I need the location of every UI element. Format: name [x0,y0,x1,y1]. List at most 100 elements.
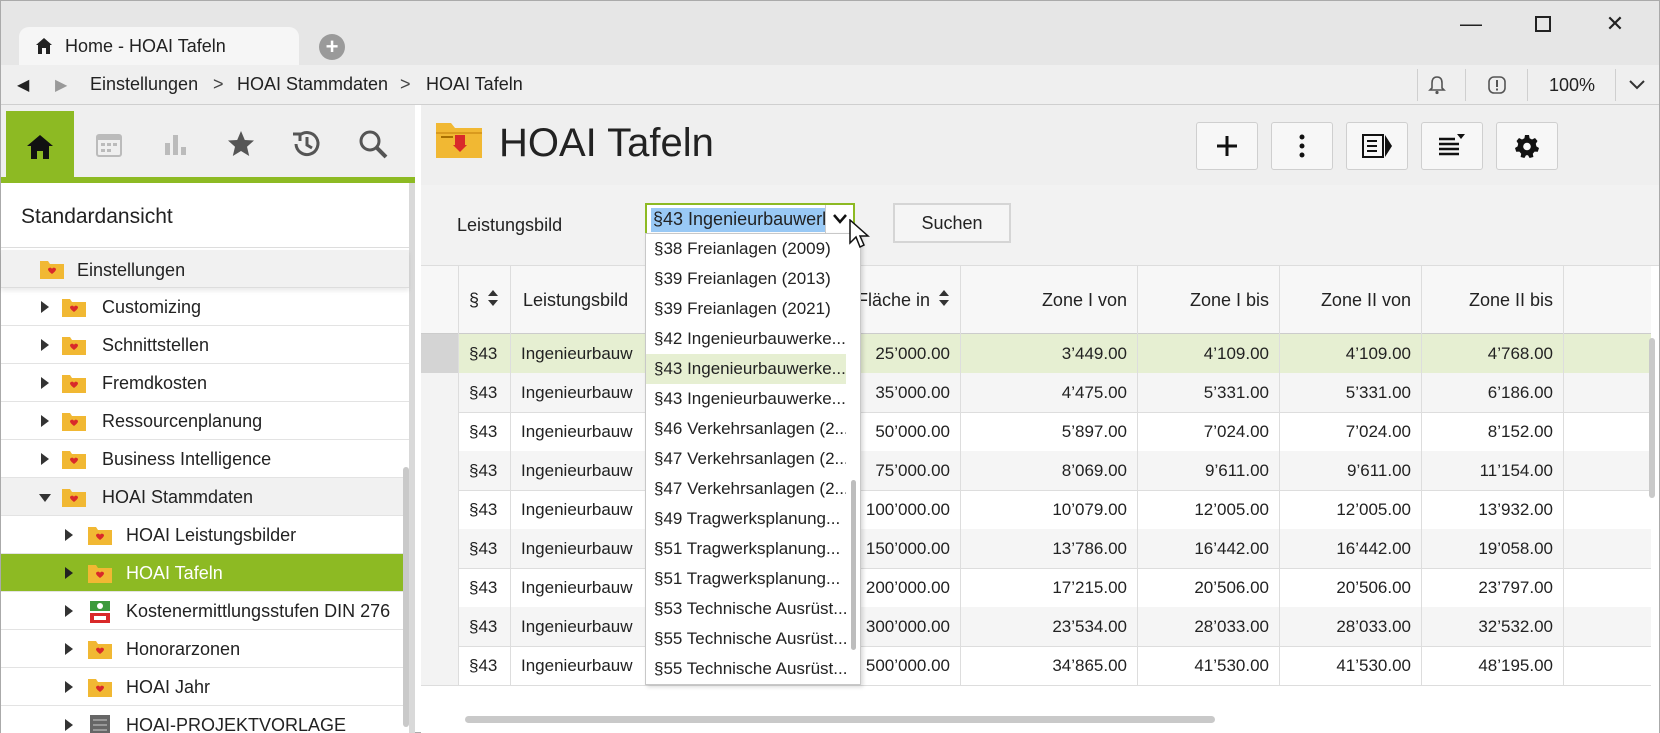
table-row[interactable]: §43 Ingenieurbauw 100’000.00 10’079.00 12’00… [421,490,1651,530]
tree-item-honorarzonen[interactable]: Honorarzonen [1,630,409,668]
table-cell[interactable]: 9’611.00 [1280,451,1422,490]
chevron-right-icon[interactable] [65,605,73,617]
row-header[interactable] [421,490,459,529]
table-cell[interactable]: 12’005.00 [1138,490,1280,529]
table-cell[interactable]: 28’033.00 [1138,607,1280,646]
chevron-right-icon[interactable] [65,529,73,541]
chevron-right-icon[interactable] [41,301,49,313]
table-row[interactable]: §43 Ingenieurbauw 500’000.00 34’865.00 41’53… [421,646,1651,686]
table-cell[interactable]: 41’530.00 [1280,646,1422,685]
grid-vertical-scrollbar[interactable] [1649,338,1655,498]
more-button[interactable] [1271,122,1333,170]
detail-panel-button[interactable] [1346,122,1408,170]
table-cell[interactable]: 7’024.00 [1280,412,1422,451]
sidebar-tab-charts[interactable] [141,111,209,177]
table-row[interactable]: §43 Ingenieurbauw 50’000.00 5’897.00 7’024.0… [421,412,1651,452]
search-button[interactable]: Suchen [893,203,1011,243]
table-row[interactable]: §43 Ingenieurbauw 75’000.00 8’069.00 9’611.0… [421,451,1651,491]
table-cell[interactable]: §43 [459,451,511,490]
dropdown-option[interactable]: §39 Freianlagen (2013) [646,264,846,294]
table-cell[interactable]: 41’530.00 [1138,646,1280,685]
table-cell[interactable]: 4’475.00 [961,373,1138,412]
maximize-button[interactable] [1513,9,1573,39]
column-header-zone-ii-von[interactable]: Zone II von [1280,266,1422,334]
dropdown-option[interactable]: §47 Verkehrsanlagen (2... [646,444,846,474]
table-cell[interactable]: 13’932.00 [1422,490,1564,529]
table-cell[interactable]: 5’331.00 [1138,373,1280,412]
table-cell[interactable]: §43 [459,373,511,412]
breadcrumb-hoai-stammdaten[interactable]: HOAI Stammdaten [237,74,388,95]
sidebar-tab-favorites[interactable] [207,111,275,177]
table-cell[interactable]: §43 [459,412,511,451]
table-cell[interactable]: 28’033.00 [1280,607,1422,646]
sort-icon[interactable] [487,289,499,312]
table-cell[interactable]: 5’897.00 [961,412,1138,451]
tree-item-business-intelligence[interactable]: Business Intelligence [1,440,409,478]
chevron-right-icon[interactable] [65,567,73,579]
breadcrumb-einstellungen[interactable]: Einstellungen [90,74,198,95]
table-cell[interactable]: 12’005.00 [1280,490,1422,529]
tree-item-schnittstellen[interactable]: Schnittstellen [1,326,409,364]
sidebar-section-header[interactable]: Einstellungen [1,250,409,288]
dropdown-option[interactable]: §43 Ingenieurbauwerke... [646,354,846,384]
row-header[interactable] [421,568,459,607]
dropdown-scrollbar[interactable] [851,480,856,650]
table-cell[interactable]: 19’058.00 [1422,529,1564,568]
sidebar-tab-search[interactable] [339,111,407,177]
table-cell[interactable]: 6’186.00 [1422,373,1564,412]
table-cell[interactable]: §43 [459,529,511,568]
tree-item-kostenermittlungsstufen[interactable]: Kostenermittlungsstufen DIN 276 [1,592,409,630]
sort-icon[interactable] [938,289,950,312]
back-arrow-icon[interactable]: ◀ [17,75,29,95]
column-header-zone-i-von[interactable]: Zone I von [961,266,1138,334]
table-cell[interactable]: 32’532.00 [1422,607,1564,646]
row-header[interactable] [421,529,459,568]
table-cell[interactable]: 48’195.00 [1422,646,1564,685]
table-cell[interactable]: §43 [459,490,511,529]
chevron-right-icon[interactable] [41,339,49,351]
table-row[interactable]: §43 Ingenieurbauw 35’000.00 4’475.00 5’331.0… [421,373,1651,413]
dropdown-option[interactable]: §55 Technische Ausrüst... [646,654,846,684]
breadcrumb-hoai-tafeln[interactable]: HOAI Tafeln [426,74,523,95]
dropdown-option[interactable]: §51 Tragwerksplanung... [646,564,846,594]
table-cell[interactable]: 17’215.00 [961,568,1138,607]
new-tab-button[interactable]: + [319,34,345,60]
dropdown-option[interactable]: §42 Ingenieurbauwerke... [646,324,846,354]
table-cell[interactable]: 13’786.00 [961,529,1138,568]
table-cell[interactable]: 4’768.00 [1422,334,1564,373]
sidebar-tab-history[interactable] [273,111,341,177]
table-cell[interactable]: 8’069.00 [961,451,1138,490]
table-cell[interactable]: 3’449.00 [961,334,1138,373]
dropdown-option[interactable]: §47 Verkehrsanlagen (2... [646,474,846,504]
chevron-down-icon[interactable] [1625,73,1649,97]
grid-horizontal-scrollbar[interactable] [465,716,1215,723]
chevron-right-icon[interactable] [65,719,73,731]
table-cell[interactable]: 16’442.00 [1138,529,1280,568]
tree-item-hoai-jahr[interactable]: HOAI Jahr [1,668,409,706]
row-header[interactable] [421,607,459,646]
column-header-zone-ii-bis[interactable]: Zone II bis [1422,266,1564,334]
add-button[interactable] [1196,122,1258,170]
table-cell[interactable]: 4’109.00 [1138,334,1280,373]
tree-item-hoai-projektvorlage[interactable]: HOAI-PROJEKTVORLAGE [1,706,409,733]
tree-item-ressourcenplanung[interactable]: Ressourcenplanung [1,402,409,440]
table-cell[interactable]: 16’442.00 [1280,529,1422,568]
chevron-right-icon[interactable] [65,681,73,693]
dropdown-option[interactable]: §46 Verkehrsanlagen (2... [646,414,846,444]
tree-item-customizing[interactable]: Customizing [1,288,409,326]
table-row[interactable]: §43 Ingenieurbauw 200’000.00 17’215.00 20’50… [421,568,1651,608]
dropdown-option[interactable]: §39 Freianlagen (2021) [646,294,846,324]
table-cell[interactable]: 20’506.00 [1138,568,1280,607]
table-cell[interactable]: 10’079.00 [961,490,1138,529]
dropdown-option[interactable]: §53 Technische Ausrüst... [646,594,846,624]
tree-item-hoai-leistungsbilder[interactable]: HOAI Leistungsbilder [1,516,409,554]
table-cell[interactable]: §43 [459,646,511,685]
sidebar-scrollbar[interactable] [403,467,409,727]
table-cell[interactable]: §43 [459,334,511,373]
table-row[interactable]: §43 Ingenieurbauw 150’000.00 13’786.00 16’44… [421,529,1651,569]
table-row[interactable]: §43 Ingenieurbauw 25’000.00 3’449.00 4’109.0… [421,334,1651,374]
browser-tab[interactable]: Home - HOAI Tafeln [19,27,299,65]
minimize-button[interactable]: — [1441,9,1501,39]
chevron-right-icon[interactable] [41,377,49,389]
row-header[interactable] [421,373,459,412]
